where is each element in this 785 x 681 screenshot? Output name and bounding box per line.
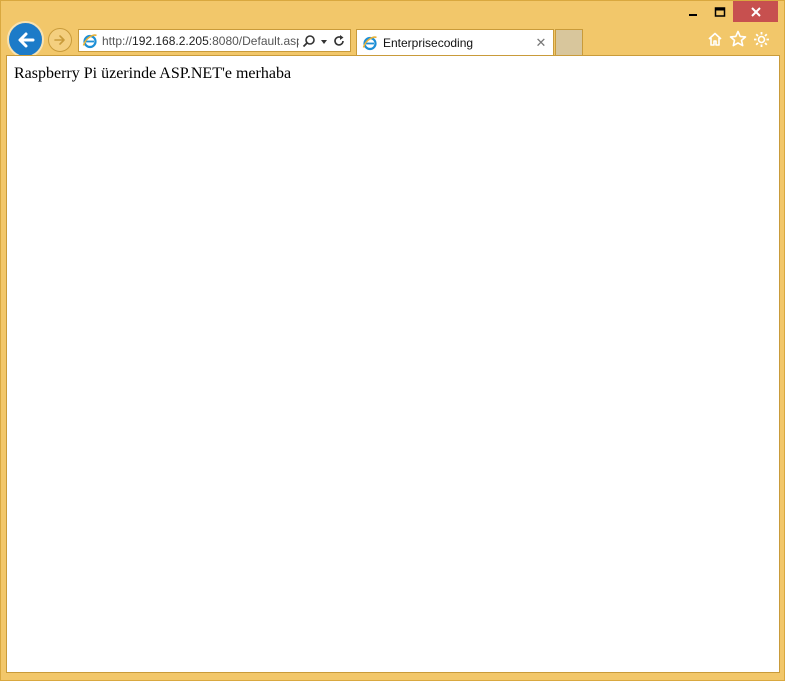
url-scheme: http:// — [102, 33, 133, 48]
forward-button[interactable] — [48, 28, 72, 52]
close-icon — [750, 6, 761, 17]
ie-page-icon — [82, 33, 97, 48]
caption-buttons — [679, 1, 778, 23]
tab-title: Enterprisecoding — [383, 36, 474, 50]
maximize-icon — [714, 6, 725, 17]
back-arrow-icon — [18, 32, 34, 47]
close-button[interactable] — [733, 1, 778, 22]
browser-window: http://192.168.2.205:8080/Default.asp En… — [0, 0, 785, 681]
url-host: 192.168.2.205 — [132, 33, 209, 48]
favorites-star-icon[interactable] — [729, 30, 747, 48]
tab-enterprisecoding[interactable]: Enterprisecoding ✕ — [356, 29, 554, 56]
ie-tab-icon — [362, 36, 377, 51]
address-url[interactable]: http://192.168.2.205:8080/Default.asp — [102, 34, 299, 48]
refresh-icon[interactable] — [332, 34, 346, 48]
forward-arrow-icon — [54, 35, 65, 45]
page-content: Raspberry Pi üzerinde ASP.NET'e merhaba — [6, 55, 780, 673]
search-icon[interactable] — [302, 34, 316, 48]
toolbar-right-icons — [707, 30, 770, 48]
minimize-icon — [688, 13, 697, 16]
url-rest: :8080/Default.asp — [208, 33, 299, 48]
tab-close-icon[interactable]: ✕ — [533, 35, 549, 51]
settings-gear-icon[interactable] — [753, 31, 770, 48]
back-button[interactable] — [7, 21, 44, 58]
page-text: Raspberry Pi üzerinde ASP.NET'e merhaba — [14, 65, 292, 82]
address-bar[interactable]: http://192.168.2.205:8080/Default.asp — [78, 29, 351, 52]
new-tab-button[interactable] — [555, 29, 583, 55]
dropdown-icon[interactable] — [320, 34, 328, 48]
home-icon[interactable] — [707, 31, 723, 47]
address-tools — [302, 34, 346, 48]
maximize-button[interactable] — [706, 1, 733, 22]
minimize-button[interactable] — [679, 1, 706, 22]
